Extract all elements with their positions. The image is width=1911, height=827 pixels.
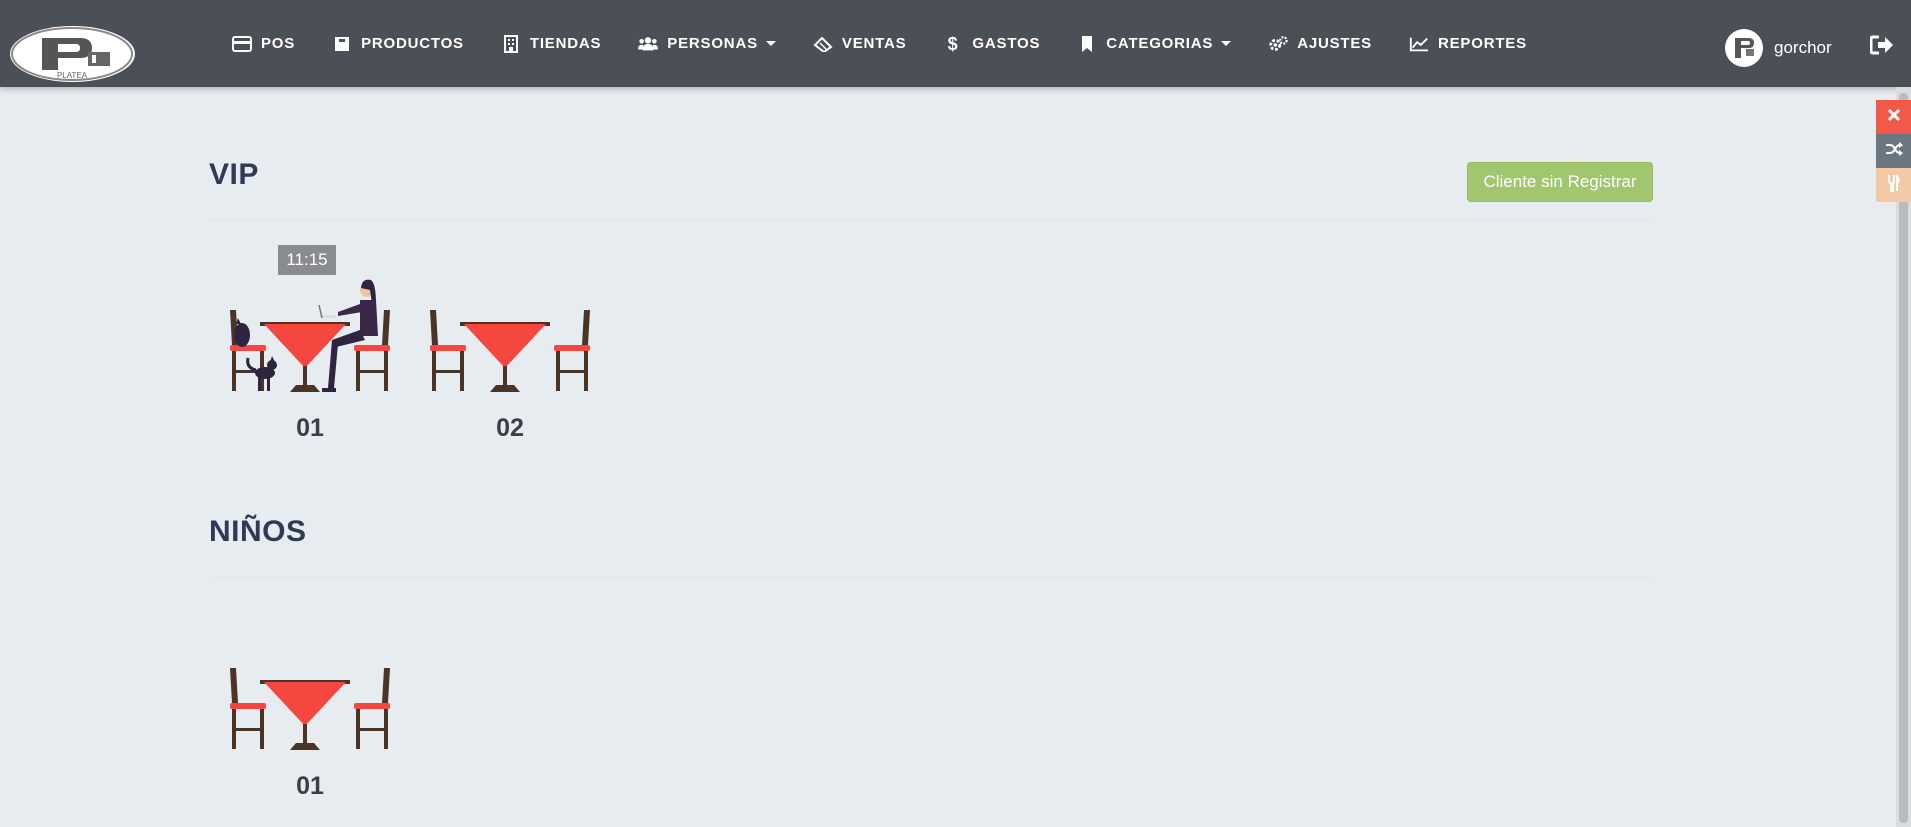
archive-icon [332,35,352,53]
free-table-illustration [430,310,590,392]
chevron-down-icon [1221,41,1232,46]
nav-categorias[interactable]: CATEGORIAS [1077,35,1232,53]
cutlery-icon [1887,174,1901,197]
shuffle-button[interactable] [1876,134,1911,168]
section-title-vip: VIP [209,158,259,191]
nav-reportes[interactable]: REPORTES [1409,35,1527,53]
svg-text:$: $ [948,34,959,54]
occupied-table-illustration [230,279,390,392]
users-icon [638,35,659,53]
scrollbar-thumb[interactable] [1899,93,1908,823]
section-divider [209,577,1653,578]
user-name: gorchor [1774,38,1832,57]
nav-ventas[interactable]: VENTAS [813,35,907,53]
shuffle-icon [1885,141,1903,161]
table-number: 01 [296,414,324,442]
main-menu: POS PRODUCTOS TIENDAS PERSONAS VENTAS $ … [232,0,1564,87]
nav-personas[interactable]: PERSONAS [638,35,776,53]
section-divider [209,220,1653,221]
nav-reportes-label: REPORTES [1438,35,1527,52]
table-card-vip-01[interactable]: 01 [220,270,400,470]
nav-tiendas-label: TIENDAS [529,35,602,52]
top-navbar: PLATEA POS PRODUCTOS TIENDAS PERSONAS VE… [0,0,1911,87]
dollar-icon: $ [943,34,963,54]
ticket-icon [813,35,833,53]
nav-personas-label: PERSONAS [667,35,758,52]
section-title-ninos: NIÑOS [209,515,307,548]
nav-productos[interactable]: PRODUCTOS [332,35,464,53]
line-chart-icon [1409,35,1429,53]
unregistered-client-button[interactable]: Cliente sin Registrar [1467,162,1653,202]
credit-card-icon [232,35,252,53]
nav-productos-label: PRODUCTOS [361,35,464,52]
nav-gastos[interactable]: $ GASTOS [943,34,1041,54]
gears-icon [1268,35,1288,53]
nav-tiendas[interactable]: TIENDAS [501,34,602,53]
table-number: 01 [296,772,324,800]
nav-categorias-label: CATEGORIAS [1106,35,1214,52]
table-number: 02 [496,414,524,442]
nav-ajustes[interactable]: AJUSTES [1268,35,1372,53]
nav-pos-label: POS [261,35,296,52]
nav-ventas-label: VENTAS [841,35,907,52]
nav-gastos-label: GASTOS [972,35,1041,52]
table-card-vip-02[interactable]: 02 [420,270,600,470]
building-icon [501,34,521,53]
brand-name: PLATEA [57,71,88,80]
user-menu[interactable]: gorchor [1725,29,1832,67]
close-icon [1887,108,1901,127]
avatar [1725,29,1763,67]
nav-pos[interactable]: POS [232,35,295,53]
nav-ajustes-label: AJUSTES [1297,35,1372,52]
side-toolbar [1876,100,1911,202]
restaurant-button[interactable] [1876,168,1911,202]
brand-logo[interactable]: PLATEA [10,26,135,82]
bookmark-icon [1077,35,1097,53]
free-table-illustration [230,668,390,750]
close-button[interactable] [1876,100,1911,134]
chevron-down-icon [765,41,776,46]
logout-icon[interactable] [1869,34,1894,56]
table-card-ninos-01[interactable]: 01 [220,628,400,827]
